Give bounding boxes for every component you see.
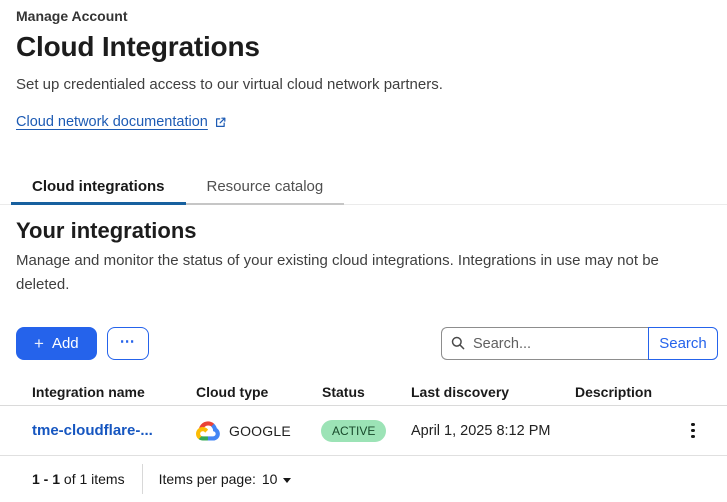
tab-resource-catalog[interactable]: Resource catalog [186, 168, 345, 205]
overflow-menu-button[interactable]: ⋯ [107, 327, 149, 360]
pager-divider [142, 464, 143, 494]
tab-bar: Cloud integrations Resource catalog [0, 168, 727, 205]
search-icon [450, 335, 466, 356]
tab-cloud-integrations[interactable]: Cloud integrations [11, 168, 186, 205]
ellipsis-icon: ⋯ [120, 332, 136, 350]
last-discovery-value: April 1, 2025 8:12 PM [395, 423, 559, 439]
integrations-table: Integration name Cloud type Status Last … [0, 378, 727, 456]
page-header: Manage Account Cloud Integrations Set up… [0, 0, 727, 131]
items-range-bold: 1 - 1 [32, 471, 60, 487]
column-header-description: Description [559, 384, 675, 400]
breadcrumb: Manage Account [16, 8, 711, 24]
column-header-status: Status [306, 384, 395, 400]
pagination-bar: 1 - 1 of 1 items Items per page: 10 [0, 456, 727, 502]
row-overflow-menu-icon[interactable] [683, 419, 702, 442]
search-group: Search [441, 327, 718, 360]
table-row: tme-cloudflare-... GOOGLE ACTIVE April 1… [0, 406, 727, 456]
add-button[interactable]: + Add [16, 327, 97, 360]
chevron-down-icon [283, 478, 291, 483]
search-box [441, 327, 648, 360]
google-cloud-icon [196, 421, 220, 441]
add-button-label: Add [52, 335, 79, 352]
cloud-network-documentation-link[interactable]: Cloud network documentation [16, 114, 227, 130]
page-subtitle: Set up credentialed access to our virtua… [16, 76, 711, 93]
external-link-icon [214, 116, 227, 129]
integration-name-link[interactable]: tme-cloudflare-... [32, 422, 153, 439]
section-title: Your integrations [16, 218, 711, 244]
your-integrations-section: Your integrations Manage and monitor the… [0, 205, 727, 297]
toolbar-actions: + Add ⋯ [16, 327, 149, 360]
search-button[interactable]: Search [648, 327, 718, 360]
plus-icon: + [34, 335, 44, 352]
tab-label: Cloud integrations [32, 178, 165, 195]
search-input[interactable] [441, 327, 648, 360]
items-range-suffix: of 1 items [60, 471, 125, 487]
column-header-integration-name: Integration name [16, 384, 180, 400]
table-toolbar: + Add ⋯ Search [0, 327, 727, 360]
cloud-type-label: GOOGLE [229, 423, 291, 439]
page-title: Cloud Integrations [16, 31, 711, 63]
column-header-last-discovery: Last discovery [395, 384, 559, 400]
section-description: Manage and monitor the status of your ex… [16, 249, 711, 297]
table-header-row: Integration name Cloud type Status Last … [0, 378, 727, 406]
tab-label: Resource catalog [207, 178, 324, 195]
column-header-cloud-type: Cloud type [180, 384, 306, 400]
items-per-page-value: 10 [262, 471, 278, 487]
items-range: 1 - 1 of 1 items [32, 471, 125, 487]
status-badge: ACTIVE [321, 420, 386, 442]
doc-link-label: Cloud network documentation [16, 114, 208, 130]
items-per-page-select[interactable]: Items per page: 10 [159, 471, 292, 487]
items-per-page-label: Items per page: [159, 471, 256, 487]
